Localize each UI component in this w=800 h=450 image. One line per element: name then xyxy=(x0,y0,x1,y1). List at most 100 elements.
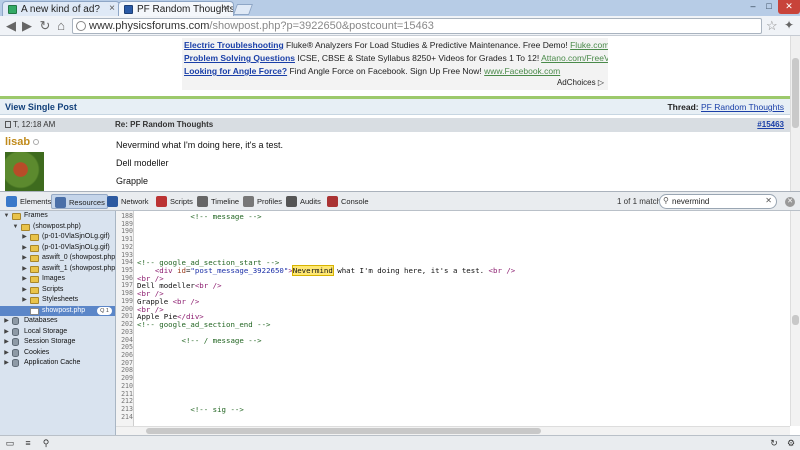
devtools-tab-timeline[interactable]: Timeline xyxy=(194,194,241,209)
tree-item[interactable]: ▶ (p-01-0VlaSjnOLg.gif) xyxy=(0,232,115,243)
code-token: "post_message_3922650" xyxy=(190,266,289,276)
collapsed-arrow-icon[interactable]: ▶ xyxy=(3,327,10,338)
folder-icon xyxy=(30,286,39,294)
tree-item[interactable]: ▶ (p-01-0VlaSjnOLg.gif) xyxy=(0,243,115,254)
collapsed-arrow-icon[interactable]: ▶ xyxy=(21,232,28,243)
ad-url[interactable]: Fluke.com/Electric_Troubl xyxy=(570,40,608,50)
clear-search-icon[interactable]: ✕ xyxy=(765,196,772,205)
devtools-tab-label: Audits xyxy=(300,197,321,206)
thread-link[interactable]: PF Random Thoughts xyxy=(701,102,784,112)
ad-url[interactable]: Attano.com/FreeVideos xyxy=(541,53,608,63)
home-icon[interactable]: ⌂ xyxy=(54,19,68,33)
tree-item-label: aswift_1 (showpost.php) xyxy=(42,264,116,272)
devtools-tab-resources[interactable]: Resources xyxy=(51,194,108,209)
post-number-link[interactable]: #15463 xyxy=(757,120,784,129)
tree-item[interactable]: ▶ Cookies xyxy=(0,348,115,359)
scroll-thumb[interactable] xyxy=(792,58,799,128)
storage-icon xyxy=(12,327,19,336)
console-drawer-icon[interactable]: ≡ xyxy=(22,438,34,448)
ad-headline[interactable]: Problem Solving Questions xyxy=(184,53,295,63)
tree-item-label: (p-01-0VlaSjnOLg.gif) xyxy=(42,243,110,251)
devtools-tab-label: Scripts xyxy=(170,197,193,206)
scroll-thumb[interactable] xyxy=(146,428,541,434)
tree-item[interactable]: ▶ aswift_1 (showpost.php) xyxy=(0,264,115,275)
collapsed-arrow-icon[interactable]: ▶ xyxy=(21,243,28,254)
code-token: <!-- / message --> xyxy=(181,335,262,345)
tree-item[interactable]: ▼ Frames xyxy=(0,211,115,222)
devtools-tab-network[interactable]: Network xyxy=(104,194,151,209)
address-bar[interactable]: www.physicsforums.com/showpost.php?p=392… xyxy=(72,18,762,34)
source-vertical-scrollbar[interactable] xyxy=(790,211,800,426)
collapsed-arrow-icon[interactable]: ▶ xyxy=(3,358,10,369)
source-horizontal-scrollbar[interactable] xyxy=(116,426,790,435)
browser-tab-0[interactable]: A new kind of ad? × xyxy=(2,1,120,16)
ad-text: Fluke® Analyzers For Load Studies & Pred… xyxy=(286,40,568,50)
tree-item[interactable]: ▶ Session Storage xyxy=(0,337,115,348)
devtools-tab-elements[interactable]: Elements xyxy=(3,194,53,209)
tree-item[interactable]: ▶ Databases xyxy=(0,316,115,327)
username[interactable]: lisab xyxy=(5,136,40,148)
ad-block: Electric Troubleshooting Fluke® Analyzer… xyxy=(182,38,608,90)
post-line: Dell modeller xyxy=(116,158,169,168)
back-icon[interactable]: ◀ xyxy=(4,19,18,33)
source-line: <!-- google_ad_section_end --> xyxy=(137,320,271,329)
tree-item[interactable]: ▶ Application Cache xyxy=(0,358,115,369)
ad-url[interactable]: www.Facebook.com xyxy=(484,66,560,76)
dock-toggle-icon[interactable]: ▭ xyxy=(4,438,16,448)
maximize-icon[interactable]: □ xyxy=(762,0,776,14)
devtools-search-input[interactable]: ⚲ nevermind ✕ xyxy=(659,194,777,209)
tree-item[interactable]: ▼ (showpost.php) xyxy=(0,222,115,233)
devtools-tab-label: Console xyxy=(341,197,369,206)
collapsed-arrow-icon[interactable]: ▶ xyxy=(21,274,28,285)
page-scrollbar[interactable] xyxy=(790,36,800,191)
close-devtools-icon[interactable]: ✕ xyxy=(785,197,795,207)
devtools-tab-scripts[interactable]: Scripts xyxy=(153,194,195,209)
collapsed-arrow-icon[interactable]: ▶ xyxy=(21,285,28,296)
scroll-thumb[interactable] xyxy=(792,315,799,325)
storage-icon xyxy=(12,317,19,325)
folder-icon xyxy=(30,297,39,304)
bookmark-star-icon[interactable]: ☆ xyxy=(766,18,778,34)
elements-icon xyxy=(6,196,17,207)
tree-item[interactable]: showpost.php Q 1 xyxy=(0,305,115,316)
minimize-icon[interactable]: – xyxy=(746,0,760,14)
reload-icon[interactable]: ↻ xyxy=(38,19,52,33)
browser-tab-1[interactable]: PF Random Thoughts - Sin × xyxy=(118,1,234,16)
new-tab-button[interactable] xyxy=(232,4,254,15)
collapsed-arrow-icon[interactable]: ▶ xyxy=(3,348,10,359)
view-single-post-bar: View Single Post Thread: PF Random Thoug… xyxy=(0,99,790,115)
collapsed-arrow-icon[interactable]: ▶ xyxy=(3,316,10,327)
address-host: www.physicsforums.com xyxy=(89,20,210,32)
devtools-tab-audits[interactable]: Audits xyxy=(283,194,323,209)
close-tab-icon[interactable]: × xyxy=(223,3,229,14)
forward-icon[interactable]: ▶ xyxy=(20,19,34,33)
ad-headline[interactable]: Electric Troubleshooting xyxy=(184,40,284,50)
wrench-menu-icon[interactable]: ✦ xyxy=(784,18,794,32)
tree-item[interactable]: ▶ aswift_0 (showpost.php) xyxy=(0,253,115,264)
expanded-arrow-icon[interactable]: ▼ xyxy=(12,222,19,233)
devtools-tab-profiles[interactable]: Profiles xyxy=(240,194,284,209)
folder-icon xyxy=(30,234,39,241)
tree-item[interactable]: ▶ Stylesheets xyxy=(0,295,115,306)
search-highlight: Nevermind xyxy=(291,265,334,277)
tree-item-label: Local Storage xyxy=(24,327,68,335)
collapsed-arrow-icon[interactable]: ▶ xyxy=(21,264,28,275)
devtools-tab-console[interactable]: Console xyxy=(324,194,371,209)
close-window-icon[interactable]: ✕ xyxy=(778,0,800,14)
collapsed-arrow-icon[interactable]: ▶ xyxy=(3,337,10,348)
close-tab-icon[interactable]: × xyxy=(109,3,115,14)
ad-headline[interactable]: Looking for Angle Force? xyxy=(184,66,287,76)
code-token: <br /> xyxy=(194,281,222,291)
devtools-statusbar: ▭ ≡ ⚲ ↻ ⚙ xyxy=(0,435,800,450)
settings-icon[interactable]: ⚙ xyxy=(785,438,797,448)
refresh-icon[interactable]: ↻ xyxy=(768,438,780,448)
search-icon[interactable]: ⚲ xyxy=(40,438,52,448)
adchoices-link[interactable]: AdChoices ▷ xyxy=(557,76,604,89)
tree-item[interactable]: ▶ Local Storage xyxy=(0,327,115,338)
document-icon xyxy=(30,307,39,315)
expanded-arrow-icon[interactable]: ▼ xyxy=(3,211,10,222)
collapsed-arrow-icon[interactable]: ▶ xyxy=(21,253,28,264)
tree-item[interactable]: ▶ Images xyxy=(0,274,115,285)
collapsed-arrow-icon[interactable]: ▶ xyxy=(21,295,28,306)
tree-item[interactable]: ▶ Scripts xyxy=(0,285,115,296)
